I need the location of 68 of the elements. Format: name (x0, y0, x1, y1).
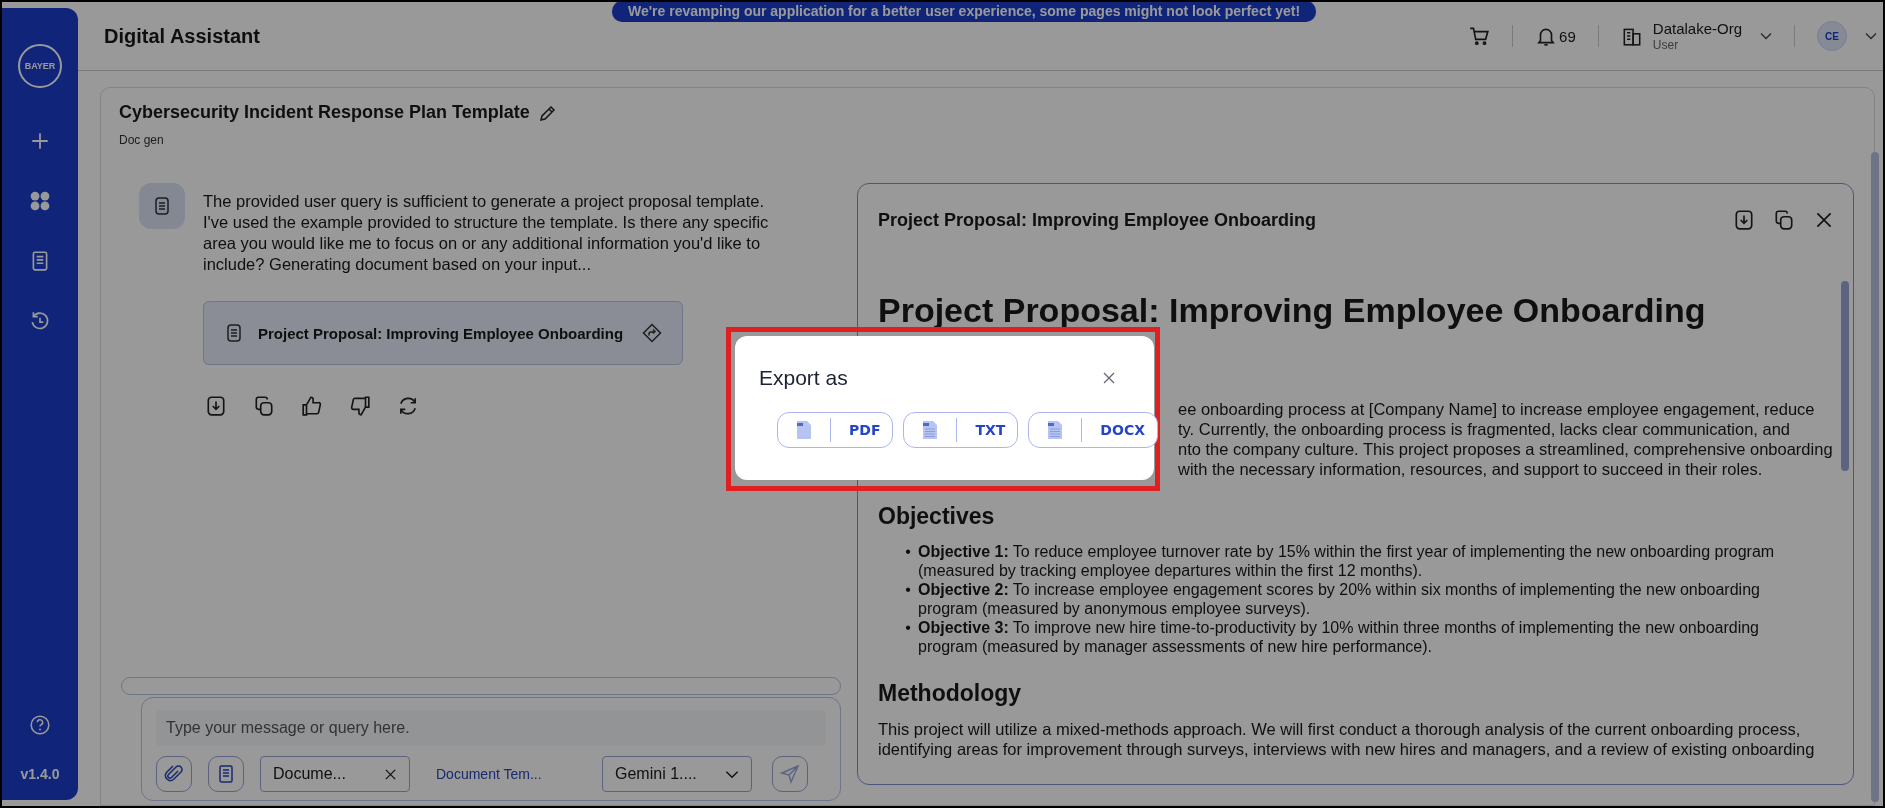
app-title: Digital Assistant (104, 24, 260, 48)
version-label: v1.4.0 (20, 766, 60, 782)
file-icon (1047, 420, 1064, 440)
assistant-message: The provided user query is sufficient to generate a project proposal template. I've used the example provided to structure the template. Is there any specific area you would like me to focus on or any additional information you'd like to include? Generating document based on your input... (203, 191, 770, 275)
paperclip-icon (164, 764, 184, 784)
user-avatar[interactable]: CE (1817, 21, 1847, 51)
export-option-button[interactable]: DOCX (1028, 412, 1158, 448)
attach-button[interactable] (156, 756, 192, 792)
copy-icon[interactable] (253, 395, 275, 417)
model-select[interactable]: Gemini 1.... (602, 756, 752, 792)
objective-item: Objective 1: To reduce employee turnover rate by 15% within the first year of implementing the new onboarding program (measured by tracking employee departures within the first 12 months). (918, 541, 1776, 580)
document-heading: Project Proposal: Improving Employee Onboarding (878, 290, 1707, 331)
paragraph-line: ty. Currently, the onboarding process is fragmented, lacks clear communication, and (1178, 418, 1791, 439)
dialog-title: Export as (759, 366, 848, 390)
grid-icon[interactable] (29, 190, 51, 212)
section-heading: Objectives (878, 502, 996, 530)
export-option-button[interactable]: TXT (903, 412, 1019, 448)
cart-icon[interactable] (1468, 25, 1491, 47)
notification-count: 69 (1559, 27, 1576, 45)
close-icon[interactable] (1102, 371, 1116, 385)
chevron-down-icon (725, 769, 739, 779)
chevron-down-icon[interactable] (1760, 32, 1772, 40)
file-icon (922, 420, 939, 440)
page-title: Cybersecurity Incident Response Plan Template (119, 102, 530, 123)
plus-icon[interactable] (29, 130, 51, 152)
org-name: Datalake-Org (1652, 19, 1742, 38)
org-role: User (1652, 37, 1680, 53)
template-link[interactable]: Document Tem... (426, 766, 586, 782)
methodology-paragraph: This project will utilize a mixed-methods approach. We will first conduct a thorough analysis of the current onboarding process, identifying areas for improvement through surveys, interviews with new hires and managers, and a review of existing onboarding (878, 718, 1816, 759)
download-icon[interactable] (205, 395, 227, 417)
document-title: Project Proposal: Improving Employee Onboarding (878, 209, 1318, 231)
chevron-down-icon[interactable] (1865, 32, 1877, 40)
thumbs-up-icon[interactable] (301, 395, 323, 417)
download-icon[interactable] (1733, 209, 1755, 231)
paragraph-line: ee onboarding process at [Company Name] to increase employee engagement, reduce (1178, 398, 1816, 419)
scrollbar-thumb[interactable] (1841, 281, 1849, 471)
bullet-marker: • (904, 617, 912, 638)
objective-item: Objective 2: To increase employee engagement scores by 20% within six months of implementing the new onboarding program (measured by anonymous employee surveys). (918, 579, 1761, 618)
close-icon[interactable] (384, 767, 397, 781)
document-card[interactable]: Project Proposal: Improving Employee Onboarding (203, 301, 683, 365)
paragraph-line: with the necessary information, resources, and support to succeed in their roles. (1178, 458, 1764, 479)
send-icon (780, 764, 800, 784)
document-chip[interactable]: Docume... (260, 756, 410, 792)
document-card-title: Project Proposal: Improving Employee Onboarding (258, 324, 625, 342)
share-icon[interactable] (642, 323, 662, 343)
library-button[interactable] (208, 756, 244, 792)
help-icon[interactable] (29, 714, 51, 736)
page-subtitle: Doc gen (119, 133, 165, 147)
thumbs-down-icon[interactable] (349, 395, 371, 417)
history-icon[interactable] (29, 310, 51, 332)
scrollbar-thumb[interactable] (1871, 152, 1879, 802)
bullet-marker: • (904, 541, 912, 562)
paragraph-line: nto the company culture. This project proposes a streamlined, comprehensive onboarding (1178, 438, 1834, 459)
message-input[interactable]: Type your message or query here. (156, 710, 826, 746)
document-icon (224, 323, 244, 343)
book-icon (216, 764, 236, 784)
copy-icon[interactable] (1773, 209, 1795, 231)
refresh-icon[interactable] (397, 395, 419, 417)
section-heading: Methodology (878, 679, 1023, 707)
bullet-marker: • (904, 579, 912, 600)
logo: BAYER (18, 44, 62, 88)
document-icon (152, 196, 172, 216)
announcement-banner: We're revamping our application for a better user experience, some pages might not look perfect yet! (612, 2, 1317, 22)
export-option-button[interactable]: PDF (777, 412, 894, 448)
objective-item: Objective 3: To improve new hire time-to-productivity by 10% within three months of implementing the new onboarding program (measured by manager assessments of new hire performance). (918, 617, 1760, 656)
chip-label: Docume... (273, 765, 346, 783)
file-icon (796, 420, 812, 440)
model-label: Gemini 1.... (615, 765, 697, 783)
